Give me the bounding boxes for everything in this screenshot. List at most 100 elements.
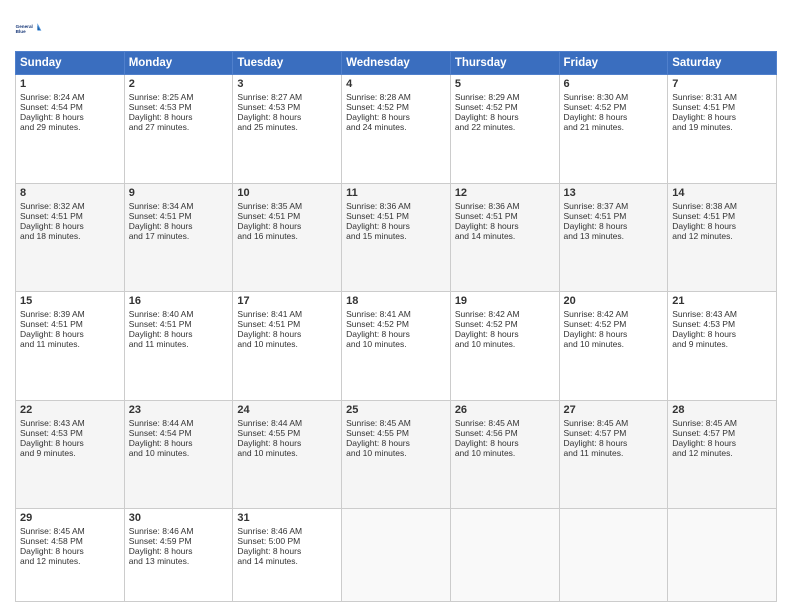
day-number: 7	[672, 78, 772, 90]
day-info-line: Sunrise: 8:25 AM	[129, 92, 229, 102]
day-info-line: Sunset: 4:51 PM	[564, 211, 664, 221]
weekday-header: Thursday	[450, 52, 559, 75]
weekday-header: Wednesday	[342, 52, 451, 75]
day-number: 12	[455, 187, 555, 199]
calendar-cell: 23Sunrise: 8:44 AMSunset: 4:54 PMDayligh…	[124, 400, 233, 509]
day-number: 3	[237, 78, 337, 90]
day-info-line: Sunset: 4:52 PM	[564, 319, 664, 329]
day-info-line: Sunrise: 8:28 AM	[346, 92, 446, 102]
day-info-line: Sunset: 4:55 PM	[346, 428, 446, 438]
svg-text:Blue: Blue	[16, 29, 26, 34]
day-info-line: Sunrise: 8:45 AM	[672, 418, 772, 428]
day-info-line: Sunset: 4:57 PM	[672, 428, 772, 438]
calendar-cell: 20Sunrise: 8:42 AMSunset: 4:52 PMDayligh…	[559, 292, 668, 401]
calendar-cell: 27Sunrise: 8:45 AMSunset: 4:57 PMDayligh…	[559, 400, 668, 509]
day-info-line: Sunset: 4:51 PM	[129, 211, 229, 221]
day-number: 20	[564, 295, 664, 307]
calendar-cell: 10Sunrise: 8:35 AMSunset: 4:51 PMDayligh…	[233, 183, 342, 292]
calendar-cell: 11Sunrise: 8:36 AMSunset: 4:51 PMDayligh…	[342, 183, 451, 292]
day-info-line: and 11 minutes.	[20, 339, 120, 349]
day-number: 17	[237, 295, 337, 307]
day-info-line: Sunset: 4:53 PM	[672, 319, 772, 329]
calendar-cell	[559, 509, 668, 602]
day-number: 27	[564, 404, 664, 416]
calendar-cell: 31Sunrise: 8:46 AMSunset: 5:00 PMDayligh…	[233, 509, 342, 602]
day-info-line: and 9 minutes.	[20, 448, 120, 458]
day-number: 21	[672, 295, 772, 307]
day-info-line: Sunset: 4:53 PM	[237, 102, 337, 112]
calendar-cell: 28Sunrise: 8:45 AMSunset: 4:57 PMDayligh…	[668, 400, 777, 509]
day-info-line: and 27 minutes.	[129, 122, 229, 132]
day-info-line: Daylight: 8 hours	[346, 221, 446, 231]
day-number: 18	[346, 295, 446, 307]
day-info-line: Daylight: 8 hours	[346, 112, 446, 122]
calendar-cell: 7 Sunrise: 8:31 AMSunset: 4:51 PMDaylight…	[668, 75, 777, 184]
day-info-line: Sunrise: 8:40 AM	[129, 309, 229, 319]
day-info-line: and 11 minutes.	[564, 448, 664, 458]
day-info-line: Sunset: 4:51 PM	[20, 319, 120, 329]
weekday-header: Friday	[559, 52, 668, 75]
day-info-line: Sunrise: 8:41 AM	[346, 309, 446, 319]
day-info-line: and 18 minutes.	[20, 231, 120, 241]
day-info-line: Sunset: 4:54 PM	[129, 428, 229, 438]
day-info-line: Daylight: 8 hours	[672, 221, 772, 231]
day-info-line: Daylight: 8 hours	[20, 221, 120, 231]
day-info-line: Sunset: 4:51 PM	[672, 102, 772, 112]
day-info-line: Daylight: 8 hours	[346, 438, 446, 448]
day-number: 30	[129, 512, 229, 524]
day-info-line: and 24 minutes.	[346, 122, 446, 132]
day-info-line: and 12 minutes.	[672, 231, 772, 241]
day-info-line: Daylight: 8 hours	[564, 329, 664, 339]
day-info-line: and 14 minutes.	[237, 556, 337, 566]
day-number: 15	[20, 295, 120, 307]
logo: GeneralBlue	[15, 15, 43, 43]
day-number: 28	[672, 404, 772, 416]
day-info-line: Sunrise: 8:37 AM	[564, 201, 664, 211]
day-info-line: Sunset: 5:00 PM	[237, 536, 337, 546]
day-info-line: and 10 minutes.	[237, 339, 337, 349]
day-info-line: Daylight: 8 hours	[237, 221, 337, 231]
day-info-line: Sunrise: 8:29 AM	[455, 92, 555, 102]
day-info-line: and 10 minutes.	[564, 339, 664, 349]
day-info-line: Daylight: 8 hours	[237, 329, 337, 339]
day-info-line: Daylight: 8 hours	[129, 438, 229, 448]
day-info-line: Sunrise: 8:27 AM	[237, 92, 337, 102]
day-info-line: and 13 minutes.	[129, 556, 229, 566]
calendar-cell: 26Sunrise: 8:45 AMSunset: 4:56 PMDayligh…	[450, 400, 559, 509]
day-info-line: Sunset: 4:59 PM	[129, 536, 229, 546]
day-info-line: and 13 minutes.	[564, 231, 664, 241]
day-info-line: and 11 minutes.	[129, 339, 229, 349]
day-info-line: Sunrise: 8:31 AM	[672, 92, 772, 102]
day-info-line: Sunrise: 8:36 AM	[346, 201, 446, 211]
day-number: 25	[346, 404, 446, 416]
day-info-line: Sunset: 4:54 PM	[20, 102, 120, 112]
day-info-line: and 21 minutes.	[564, 122, 664, 132]
day-info-line: Daylight: 8 hours	[237, 438, 337, 448]
day-info-line: Sunrise: 8:44 AM	[237, 418, 337, 428]
day-info-line: Sunrise: 8:45 AM	[564, 418, 664, 428]
day-info-line: Daylight: 8 hours	[455, 438, 555, 448]
calendar-cell: 18Sunrise: 8:41 AMSunset: 4:52 PMDayligh…	[342, 292, 451, 401]
day-info-line: and 22 minutes.	[455, 122, 555, 132]
day-info-line: Sunset: 4:51 PM	[346, 211, 446, 221]
svg-text:General: General	[16, 24, 33, 29]
day-info-line: and 10 minutes.	[455, 448, 555, 458]
day-info-line: Daylight: 8 hours	[672, 112, 772, 122]
weekday-header: Tuesday	[233, 52, 342, 75]
day-info-line: and 12 minutes.	[20, 556, 120, 566]
day-info-line: Sunset: 4:51 PM	[129, 319, 229, 329]
day-info-line: Sunrise: 8:30 AM	[564, 92, 664, 102]
day-number: 22	[20, 404, 120, 416]
day-info-line: Sunset: 4:51 PM	[20, 211, 120, 221]
day-info-line: Daylight: 8 hours	[129, 221, 229, 231]
day-info-line: Daylight: 8 hours	[672, 329, 772, 339]
day-info-line: Daylight: 8 hours	[455, 112, 555, 122]
weekday-header: Saturday	[668, 52, 777, 75]
day-info-line: Sunrise: 8:43 AM	[672, 309, 772, 319]
day-info-line: Daylight: 8 hours	[564, 221, 664, 231]
calendar-cell: 12Sunrise: 8:36 AMSunset: 4:51 PMDayligh…	[450, 183, 559, 292]
day-info-line: Daylight: 8 hours	[20, 329, 120, 339]
calendar-cell: 6Sunrise: 8:30 AMSunset: 4:52 PMDaylight…	[559, 75, 668, 184]
calendar-cell: 3Sunrise: 8:27 AMSunset: 4:53 PMDaylight…	[233, 75, 342, 184]
calendar-cell: 5Sunrise: 8:29 AMSunset: 4:52 PMDaylight…	[450, 75, 559, 184]
